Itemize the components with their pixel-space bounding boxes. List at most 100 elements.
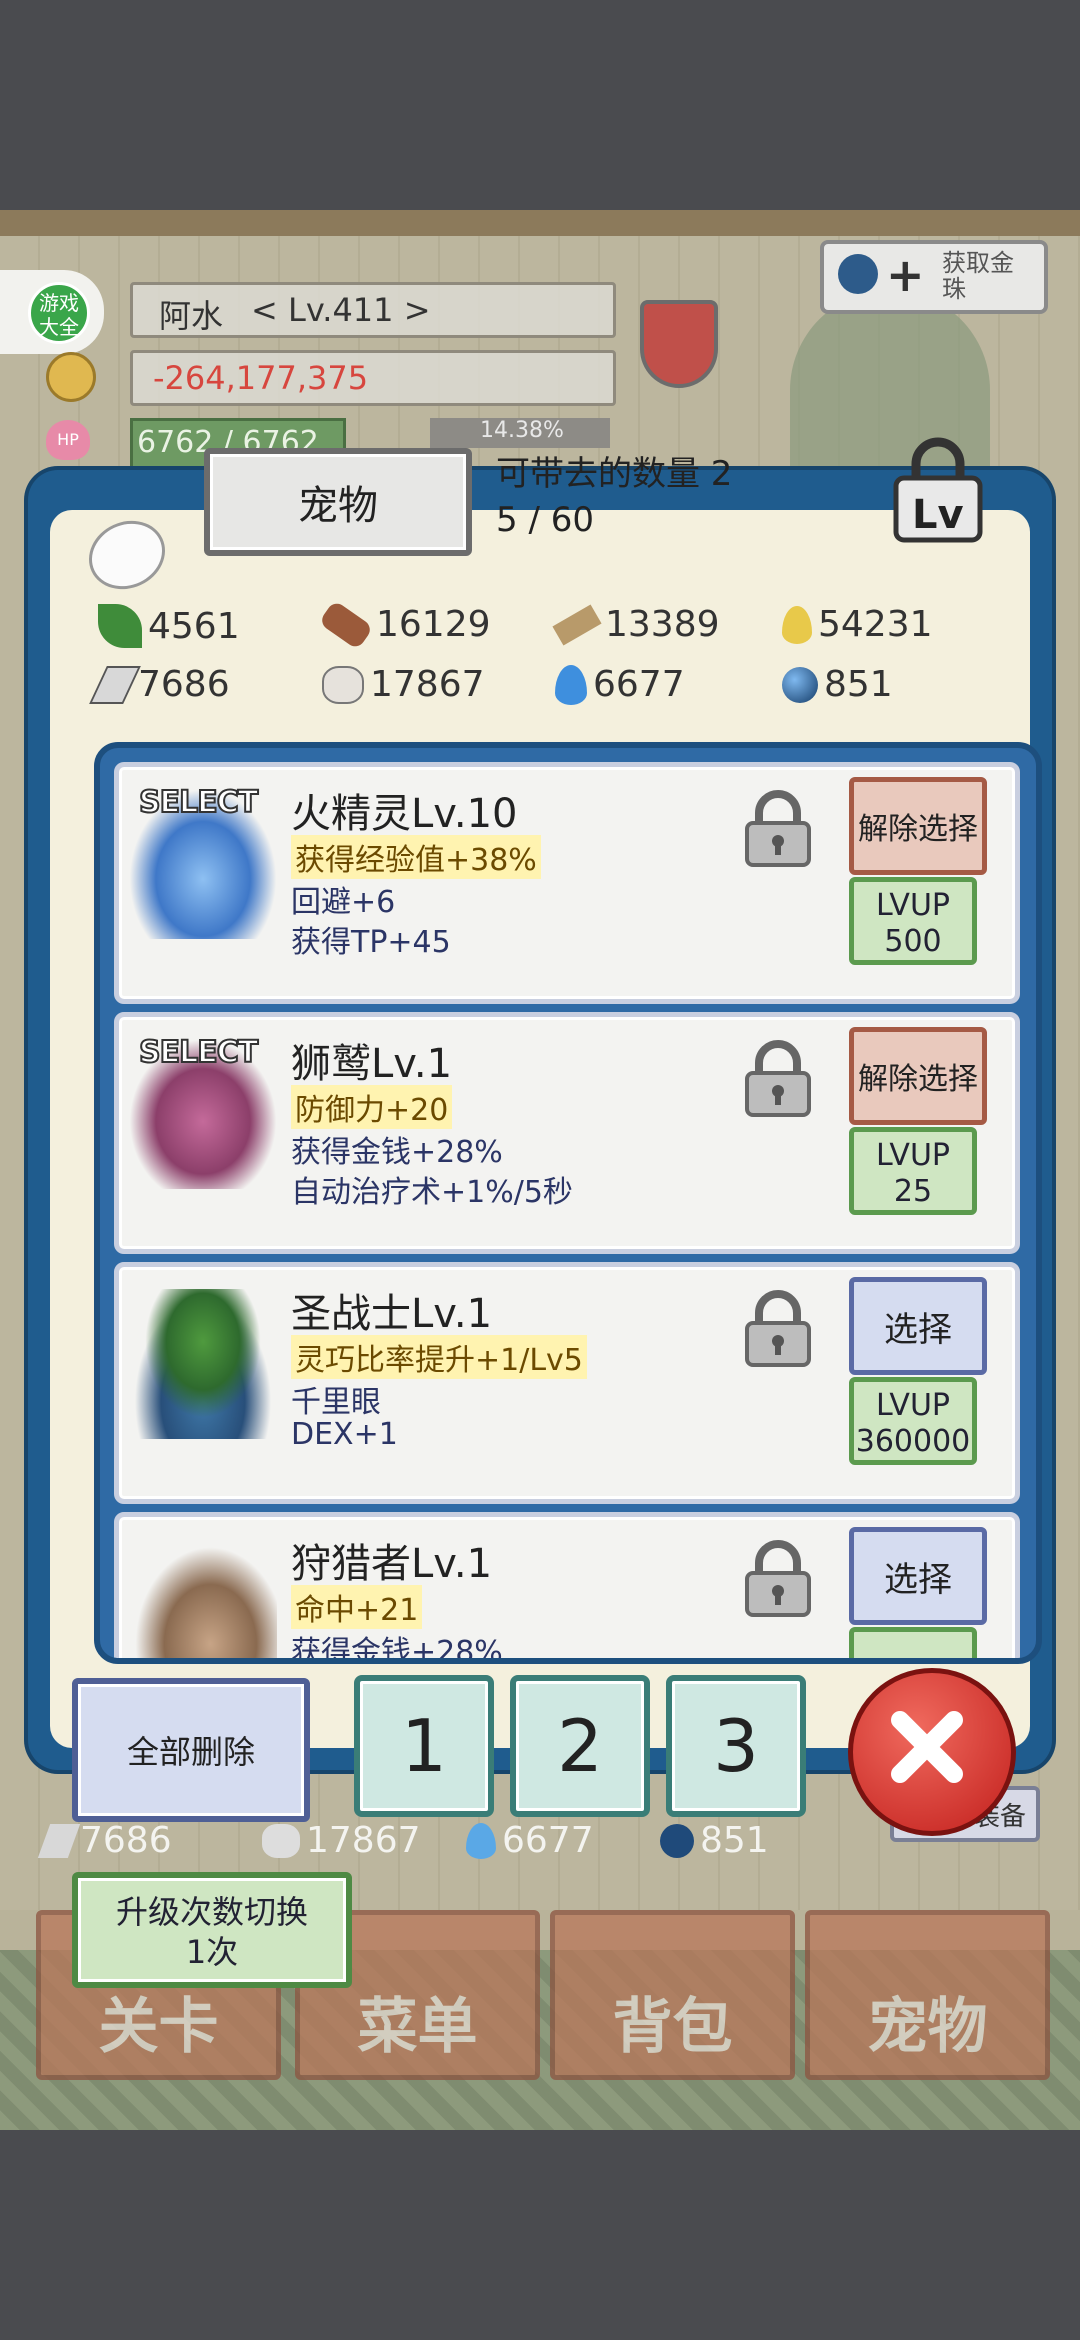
lvup-cost: 360000: [855, 1424, 971, 1459]
res-value: 851: [824, 664, 893, 705]
pet-name: 火精灵Lv.10: [291, 791, 518, 837]
exp-bar: 14.38%: [430, 418, 610, 448]
pet-title: 宠物: [298, 483, 378, 529]
lvup-cost: 500: [884, 924, 942, 959]
pet-stat: 回避+6: [291, 885, 396, 920]
player-name-bar: 阿水 < Lv.411 >: [130, 282, 616, 338]
bottom-res-value: 851: [700, 1820, 769, 1861]
preset-slot-3[interactable]: 3: [666, 1675, 806, 1817]
res-wood: 16129: [318, 599, 491, 650]
gold-bar: -264,177,375: [130, 350, 616, 406]
pet-name: 狩猎者Lv.1: [291, 1541, 493, 1587]
pet-name: 狮鹫Lv.1: [291, 1041, 453, 1087]
lvup-label: LVUP: [876, 1138, 950, 1173]
plank-icon: [552, 603, 602, 646]
close-icon: [891, 1711, 963, 1783]
pet-card[interactable]: 狩猎者Lv.1 命中+21 获得金钱+28% 选择: [114, 1512, 1020, 1658]
lvup-button[interactable]: LVUP 500: [849, 877, 977, 965]
orb-icon: [782, 666, 818, 703]
res-leaf: 4561: [98, 604, 240, 648]
leaf-icon: [98, 604, 142, 648]
lvup-button[interactable]: [849, 1627, 977, 1658]
upgrade-count-toggle[interactable]: 升级次数切换 1次: [72, 1872, 352, 1988]
bottom-res-iron: 7686: [37, 1820, 172, 1861]
res-drop: 54231: [782, 604, 933, 645]
iron-icon: [37, 1823, 81, 1858]
close-button[interactable]: [848, 1668, 1016, 1836]
shield-icon: [640, 300, 718, 388]
egg-icon: [77, 508, 177, 602]
delete-all-label: 全部删除: [126, 1733, 255, 1771]
res-fire: 6677: [555, 664, 685, 705]
pet-modal: 4561 16129 13389 54231 7686 17867 6677 8…: [28, 470, 1052, 1770]
lock-icon[interactable]: [741, 1289, 815, 1369]
select-button[interactable]: 选择: [849, 1527, 987, 1625]
pet-stat: 命中+21: [291, 1585, 423, 1629]
fire-icon: [466, 1822, 496, 1859]
deselect-button[interactable]: 解除选择: [849, 1027, 987, 1125]
lock-icon[interactable]: [741, 789, 815, 869]
pet-title-tab: 宠物: [204, 448, 472, 556]
res-orb: 851: [782, 664, 893, 705]
res-plank: 13389: [552, 603, 720, 646]
lvup-cost: 25: [893, 1174, 933, 1209]
exp-value: 14.38%: [480, 418, 564, 443]
res-value: 7686: [138, 664, 230, 705]
stone-icon: [262, 1823, 300, 1858]
bottom-res-value: 6677: [502, 1820, 594, 1861]
pet-name: 圣战士Lv.1: [291, 1291, 493, 1337]
level-lock-button[interactable]: Lv: [888, 430, 988, 546]
deselect-button[interactable]: 解除选择: [849, 777, 987, 875]
game-center-badge[interactable]: 游戏大全: [0, 270, 104, 354]
gold-value: -264,177,375: [153, 359, 369, 397]
lock-icon[interactable]: [741, 1539, 815, 1619]
res-value: 4561: [148, 605, 240, 647]
lvup-label: LVUP: [876, 1388, 950, 1423]
lvup-button[interactable]: LVUP 25: [849, 1127, 977, 1215]
pet-stat: 千里眼: [291, 1385, 381, 1420]
pet-card[interactable]: 圣战士Lv.1 灵巧比率提升+1/Lv5 千里眼 DEX+1 选择 LVUP 3…: [114, 1262, 1020, 1504]
res-value: 16129: [376, 604, 491, 645]
res-value: 54231: [818, 604, 933, 645]
get-pearl-button[interactable]: + 获取金珠: [820, 240, 1048, 314]
get-pearl-label: 获取金珠: [942, 249, 1014, 303]
pet-stat: 获得经验值+38%: [291, 835, 541, 879]
lock-lv-label: Lv: [912, 492, 964, 538]
iron-icon: [89, 665, 141, 704]
orb-icon: [660, 1823, 694, 1858]
select-button[interactable]: 选择: [849, 1277, 987, 1375]
nav-backpack[interactable]: 背包: [550, 1910, 795, 2080]
carry-count: 5 / 60: [496, 500, 594, 540]
drop-icon: [782, 605, 812, 644]
plus-icon: +: [886, 248, 925, 302]
preset-slot-2[interactable]: 2: [510, 1675, 650, 1817]
wood-icon: [318, 599, 374, 650]
res-stone: 17867: [322, 664, 485, 705]
select-tag: SELECT: [138, 784, 259, 821]
bottom-res-fire: 6677: [466, 1820, 594, 1861]
stone-icon: [322, 665, 364, 704]
delete-all-button[interactable]: 全部删除: [72, 1678, 310, 1822]
pearl-icon: [838, 254, 878, 294]
carry-label: 可带去的数量 2: [496, 454, 733, 494]
lvup-button[interactable]: LVUP 360000: [849, 1377, 977, 1465]
pet-modal-body: 4561 16129 13389 54231 7686 17867 6677 8…: [50, 508, 1042, 1748]
select-tag: SELECT: [138, 1034, 259, 1071]
bottom-res-value: 17867: [306, 1820, 421, 1861]
upgrade-toggle-line1: 升级次数切换: [115, 1893, 308, 1931]
res-iron: 7686: [89, 664, 230, 705]
bottom-res-orb: 851: [660, 1820, 769, 1861]
player-name: 阿水: [159, 297, 224, 335]
pet-card[interactable]: SELECT 火精灵Lv.10 获得经验值+38% 回避+6 获得TP+45 解…: [114, 762, 1020, 1004]
preset-slot-1[interactable]: 1: [354, 1675, 494, 1817]
lvup-label: LVUP: [876, 888, 950, 923]
pet-card[interactable]: SELECT 狮鹫Lv.1 防御力+20 获得金钱+28% 自动治疗术+1%/5…: [114, 1012, 1020, 1254]
lock-icon[interactable]: [741, 1039, 815, 1119]
pet-stat: 获得TP+45: [291, 925, 451, 960]
player-level: < Lv.411 >: [251, 291, 431, 329]
fire-icon: [555, 664, 587, 705]
pet-stat: DEX+1: [291, 1417, 398, 1452]
pet-stat: 自动治疗术+1%/5秒: [291, 1175, 573, 1210]
pet-list[interactable]: SELECT 火精灵Lv.10 获得经验值+38% 回避+6 获得TP+45 解…: [94, 742, 1042, 1664]
nav-pet[interactable]: 宠物: [805, 1910, 1050, 2080]
